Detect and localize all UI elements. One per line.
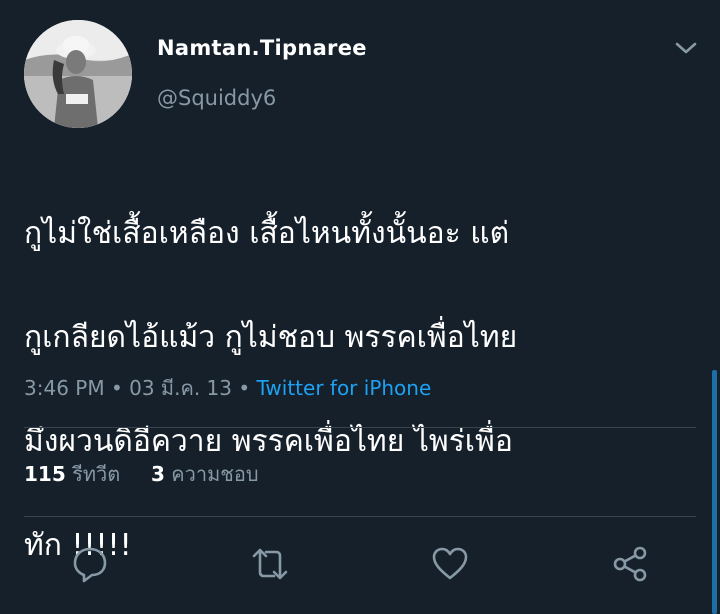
tweet-text-line: ทัก !!!!! xyxy=(24,528,132,563)
divider xyxy=(24,427,696,428)
avatar-photo xyxy=(24,20,132,128)
reply-icon[interactable] xyxy=(70,544,110,584)
retweets-count: 115 xyxy=(24,462,66,486)
meta-separator: • xyxy=(238,376,251,400)
tweet-text-line: กูเกลียดไอ้แม้ว กูไม่ชอบ พรรคเพื่อไทย xyxy=(24,320,518,355)
chevron-down-icon[interactable] xyxy=(672,38,700,58)
tweet-source-link[interactable]: Twitter for iPhone xyxy=(257,376,432,400)
avatar[interactable] xyxy=(24,20,132,128)
scrollbar[interactable] xyxy=(712,370,717,614)
tweet-detail-page: Namtan.Tipnaree @Squiddy6 กูไม่ใช่เสื้อเ… xyxy=(0,0,720,614)
meta-separator: • xyxy=(110,376,123,400)
retweet-icon[interactable] xyxy=(250,544,290,584)
tweet-text-line: กูไม่ใช่เสื้อเหลือง เสื้อไหนทั้งนั้นอะ แ… xyxy=(24,216,510,251)
likes-label: ความชอบ xyxy=(171,462,259,486)
retweets-stat[interactable]: 115 รีทวีต xyxy=(24,462,127,486)
tweet-time: 3:46 PM xyxy=(24,376,105,400)
share-icon[interactable] xyxy=(610,544,650,584)
user-handle[interactable]: @Squiddy6 xyxy=(157,86,276,110)
tweet-date: 03 มี.ค. 13 xyxy=(129,376,232,400)
divider xyxy=(24,516,696,517)
retweets-label: รีทวีต xyxy=(72,462,121,486)
tweet-meta: 3:46 PM • 03 มี.ค. 13 • Twitter for iPho… xyxy=(24,372,431,404)
heart-icon[interactable] xyxy=(430,544,470,584)
tweet-stats: 115 รีทวีต 3 ความชอบ xyxy=(24,458,259,490)
likes-count: 3 xyxy=(150,462,165,486)
likes-stat[interactable]: 3 ความชอบ xyxy=(151,462,259,486)
display-name[interactable]: Namtan.Tipnaree xyxy=(157,36,367,60)
